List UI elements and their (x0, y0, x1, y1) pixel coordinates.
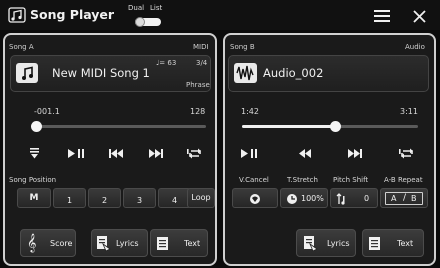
lyrics-button-a[interactable]: Lyrics (91, 229, 148, 257)
pitch-shift-label: Pitch Shift (333, 176, 369, 184)
ab-repeat-b: B (411, 194, 417, 203)
position-marker-m[interactable]: M (17, 188, 51, 208)
text-icon (157, 237, 168, 250)
t-stretch-value: 100% (301, 194, 324, 203)
song-b-progress-knob[interactable] (330, 121, 341, 132)
midi-file-icon (16, 63, 38, 83)
lyrics-icon (304, 236, 318, 252)
ab-repeat-separator-icon: / (403, 193, 407, 203)
toggle-knob (135, 17, 145, 27)
t-stretch-button[interactable]: 100% (280, 188, 328, 208)
song-a-time-signature: 3/4 (196, 59, 208, 67)
song-a-total: 128 (190, 107, 206, 116)
song-a-progress-knob[interactable] (31, 121, 42, 132)
next-icon[interactable] (348, 149, 363, 158)
song-a-phrase-label: Phrase (186, 81, 210, 89)
song-b-format: Audio (405, 43, 425, 51)
song-a-progress-track[interactable] (36, 125, 206, 128)
repeat-icon[interactable] (399, 148, 415, 159)
text-button-a-label: Text (184, 239, 201, 248)
ab-repeat-button[interactable]: A / B (380, 188, 428, 208)
t-stretch-label: T.Stretch (287, 176, 318, 184)
track-mute-icon[interactable] (30, 148, 40, 159)
position-marker-2[interactable]: 2 (88, 188, 121, 208)
song-a-tempo: ♩= 63 (156, 59, 177, 67)
next-icon[interactable] (149, 149, 164, 158)
pitch-shift-icon (336, 193, 345, 205)
ab-repeat-label: A-B Repeat (384, 176, 423, 184)
text-icon (369, 237, 380, 250)
v-cancel-label: V.Cancel (239, 176, 269, 184)
song-b-label: Song B (230, 43, 255, 51)
text-button-b[interactable]: Text (362, 229, 424, 257)
song-b-position: 1:42 (241, 107, 259, 116)
previous-icon[interactable] (109, 149, 124, 158)
song-b-total: 3:11 (400, 107, 418, 116)
score-button-label: Score (50, 239, 73, 248)
position-marker-1[interactable]: 1 (53, 188, 86, 208)
position-marker-3[interactable]: 3 (123, 188, 156, 208)
song-a-position: -001.1 (34, 107, 60, 116)
song-position-label: Song Position (9, 176, 57, 184)
song-b-progress-fill (242, 125, 335, 128)
play-pause-icon[interactable] (68, 149, 86, 158)
song-a-label: Song A (9, 43, 34, 51)
song-b-select-box[interactable] (228, 55, 429, 92)
song-a-name: New MIDI Song 1 (52, 66, 150, 80)
lyrics-button-b-label: Lyrics (327, 239, 350, 248)
clock-icon (287, 194, 297, 204)
pitch-shift-button[interactable]: 0 (330, 188, 378, 208)
score-button[interactable]: 𝄞 Score (20, 229, 76, 257)
lyrics-button-b[interactable]: Lyrics (296, 229, 356, 257)
audio-file-icon (234, 63, 257, 83)
repeat-icon[interactable] (187, 148, 203, 159)
mode-dual-label: Dual (128, 4, 145, 12)
pitch-shift-value: 0 (364, 194, 370, 203)
close-icon[interactable] (413, 10, 426, 23)
v-cancel-button[interactable] (232, 188, 278, 208)
previous-icon[interactable] (298, 149, 313, 158)
lyrics-button-a-label: Lyrics (116, 239, 139, 248)
vocal-cancel-icon (250, 194, 260, 204)
treble-clef-icon: 𝄞 (27, 233, 37, 252)
song-a-format: MIDI (193, 43, 209, 51)
text-button-b-label: Text (397, 239, 414, 248)
mode-list-label: List (150, 4, 163, 12)
play-pause-icon[interactable] (241, 149, 259, 158)
hamburger-menu-icon[interactable] (374, 10, 390, 22)
text-button-a[interactable]: Text (150, 229, 208, 257)
ab-repeat-a: A (391, 194, 397, 203)
loop-button[interactable]: Loop (187, 188, 215, 208)
lyrics-icon (97, 236, 111, 252)
song-b-name: Audio_002 (263, 66, 324, 80)
app-title: Song Player (30, 7, 115, 22)
song-player-icon (8, 7, 26, 23)
